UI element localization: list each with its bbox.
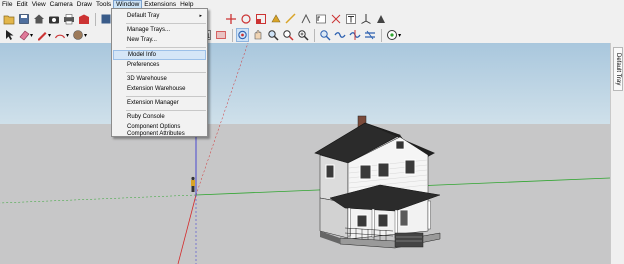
chevron-down-icon[interactable]: ▾ (66, 32, 69, 39)
menu-item-component-attributes[interactable]: Component Attributes (113, 131, 206, 138)
pushpull-icon[interactable] (269, 12, 282, 26)
home-icon[interactable] (32, 12, 45, 26)
rotate-icon[interactable] (239, 12, 252, 26)
pan-icon[interactable] (251, 28, 264, 42)
camera-icon[interactable] (47, 12, 60, 26)
offset-icon[interactable] (299, 12, 312, 26)
chevron-down-icon[interactable]: ▾ (48, 32, 51, 39)
menu-separator (126, 110, 206, 111)
print-icon[interactable] (62, 12, 75, 26)
section-icon[interactable] (214, 28, 227, 42)
menu-item-label: Default Tray (127, 13, 160, 19)
menu-bar: File Edit View Camera Draw Tools Window … (0, 0, 624, 10)
protractor-icon[interactable] (314, 12, 327, 26)
default-tray-tab[interactable]: Default Tray (613, 47, 623, 91)
menu-camera[interactable]: Camera (48, 0, 75, 10)
menu-separator (126, 23, 206, 24)
top-view-icon[interactable] (333, 28, 346, 42)
menu-edit[interactable]: Edit (14, 0, 29, 10)
followme-icon[interactable] (284, 12, 297, 26)
drawing-toolbar: ▾ ▾ ▾ ▾ A1 ▾ (0, 26, 610, 44)
person-figure (191, 176, 195, 192)
warehouse-icon[interactable] (77, 12, 90, 26)
toolbar-divider (314, 28, 316, 42)
model-viewport[interactable] (0, 43, 610, 264)
shapes-icon[interactable] (71, 28, 84, 42)
chevron-down-icon[interactable]: ▾ (84, 32, 87, 39)
tray-panel: Default Tray (610, 43, 624, 264)
move-icon[interactable] (224, 12, 237, 26)
front-view-icon[interactable] (348, 28, 361, 42)
red-axis-line (177, 194, 197, 264)
menu-item-new-tray[interactable]: New Tray... (113, 35, 206, 45)
submenu-arrow-icon: ▸ (199, 13, 202, 19)
select-icon[interactable] (2, 28, 15, 42)
orbit-icon[interactable] (236, 28, 250, 42)
toolbar-divider (381, 28, 383, 42)
window-menu-dropdown: Default Tray ▸ Manage Trays... New Tray.… (111, 8, 208, 137)
scene-canvas (0, 43, 610, 264)
toolbar-divider (95, 12, 96, 26)
axes-icon[interactable] (359, 12, 372, 26)
menu-file[interactable]: File (0, 0, 14, 10)
iso-view-icon[interactable] (318, 28, 331, 42)
menu-view[interactable]: View (30, 0, 48, 10)
chevron-down-icon[interactable]: ▾ (30, 32, 33, 39)
menu-item-ruby-console[interactable]: Ruby Console (113, 112, 206, 122)
menu-separator (126, 96, 206, 97)
toolbar-divider (232, 28, 234, 42)
menu-separator (126, 47, 206, 48)
arc-icon[interactable] (53, 28, 66, 42)
zoom-icon[interactable] (266, 28, 279, 42)
menu-item-manage-trays[interactable]: Manage Trays... (113, 25, 206, 35)
chevron-down-icon[interactable]: ▾ (398, 32, 401, 39)
menu-item-3d-warehouse[interactable]: 3D Warehouse (113, 74, 206, 84)
menu-draw[interactable]: Draw (75, 0, 94, 10)
zoom-extents-icon[interactable] (296, 28, 309, 42)
house-model (314, 115, 441, 249)
text-icon[interactable] (344, 12, 357, 26)
style-icon[interactable] (385, 28, 398, 42)
zoom-window-icon[interactable] (281, 28, 294, 42)
menu-item-model-info[interactable]: Model Info (113, 50, 206, 60)
menu-item-default-tray[interactable]: Default Tray ▸ (113, 11, 206, 21)
menu-item-preferences[interactable]: Preferences (113, 60, 206, 70)
scale-icon[interactable] (254, 12, 267, 26)
open-icon[interactable] (2, 12, 15, 26)
side-view-icon[interactable] (363, 28, 376, 42)
menu-item-extension-warehouse[interactable]: Extension Warehouse (113, 84, 206, 94)
menu-separator (126, 72, 206, 73)
eraser-icon[interactable] (17, 28, 30, 42)
pencil-icon[interactable] (35, 28, 48, 42)
green-axis-negative (0, 194, 197, 204)
menu-item-extension-manager[interactable]: Extension Manager (113, 98, 206, 108)
tape-icon[interactable] (329, 12, 342, 26)
save-icon[interactable] (17, 12, 30, 26)
paint-icon[interactable] (374, 12, 387, 26)
